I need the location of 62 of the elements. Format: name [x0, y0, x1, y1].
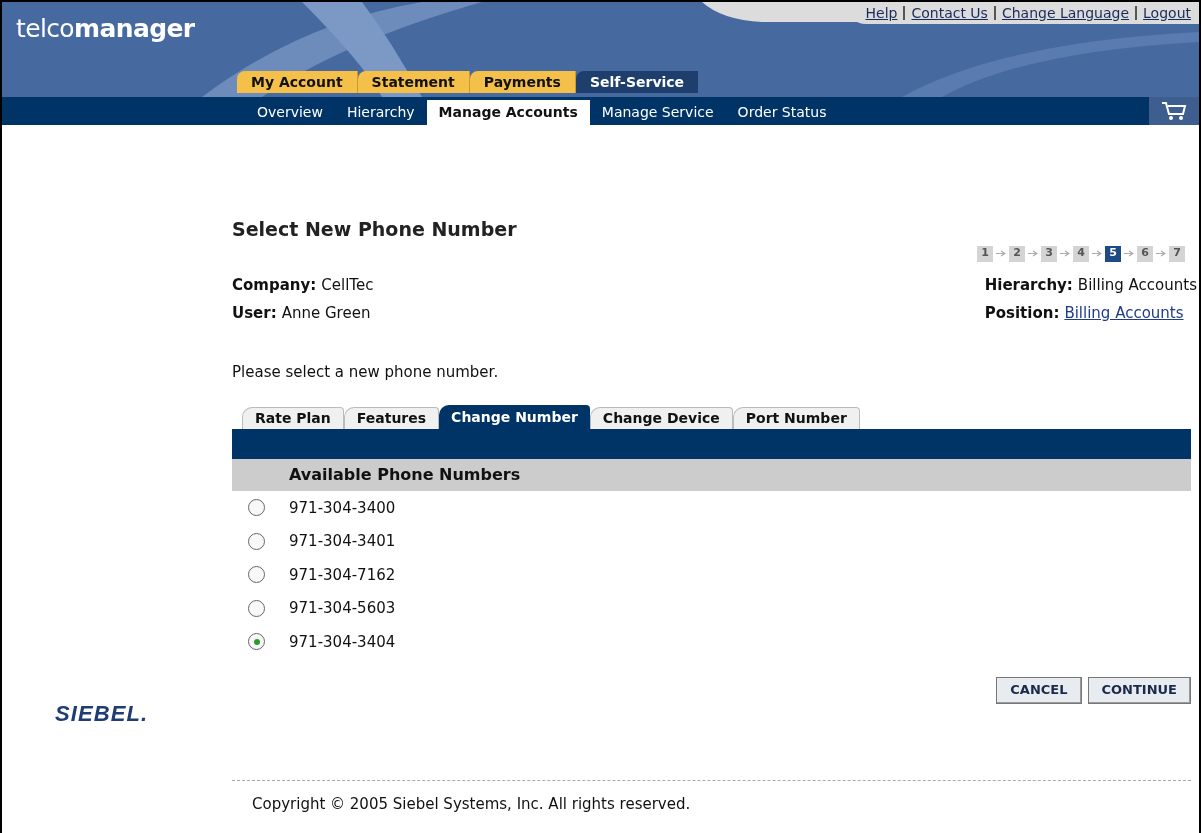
step-marker: 5: [1105, 245, 1121, 262]
arrow-icon: [1156, 250, 1166, 257]
arrow-icon: [1028, 250, 1038, 257]
radio-button[interactable]: [248, 499, 265, 517]
arrow-icon: [1124, 250, 1134, 257]
header-link[interactable]: Change Language: [1001, 2, 1130, 24]
radio-button[interactable]: [248, 633, 265, 651]
main-tab[interactable]: Payments: [469, 71, 576, 93]
column-header: Available Phone Numbers: [232, 459, 1191, 491]
app-logo: telcomanager: [16, 16, 195, 41]
phone-number: 971-304-5603: [289, 598, 396, 619]
brand-logo: SIEBEL.: [55, 700, 149, 728]
separator: [903, 6, 906, 20]
radio-button[interactable]: [248, 566, 265, 584]
nav-tab[interactable]: Overview: [245, 100, 335, 125]
phone-number: 971-304-3401: [289, 531, 396, 552]
field-label: Hierarchy:: [984, 274, 1073, 296]
form-tab[interactable]: Change Device: [589, 407, 733, 429]
action-button[interactable]: CONTINUE: [1087, 676, 1191, 704]
field-value: Billing Accounts: [1077, 274, 1197, 296]
header-link[interactable]: Contact Us: [911, 2, 988, 24]
form-tab[interactable]: Features: [343, 407, 440, 429]
step-marker: 2: [1009, 245, 1025, 262]
phone-number: 971-304-3400: [289, 497, 396, 519]
page-title: Select New Phone Number: [232, 217, 518, 242]
nav-tab[interactable]: Hierarchy: [334, 100, 427, 125]
main-tab[interactable]: Statement: [357, 71, 470, 93]
step-marker: 4: [1073, 245, 1089, 262]
nav-tab[interactable]: Manage Service: [589, 100, 726, 125]
position-link[interactable]: Billing Accounts: [1064, 302, 1184, 325]
field-value: CellTec: [321, 274, 374, 296]
phone-number: 971-304-7162: [289, 564, 396, 586]
cart-icon: [1160, 100, 1188, 122]
arrow-icon: [1092, 250, 1102, 257]
field-label: Position:: [984, 303, 1060, 324]
separator: [1135, 6, 1138, 20]
field-label: User:: [232, 303, 277, 324]
step-marker: 7: [1169, 245, 1185, 262]
arrow-icon: [996, 250, 1006, 257]
action-button[interactable]: CANCEL: [996, 676, 1082, 704]
field-value: Anne Green: [281, 303, 371, 324]
form-tab[interactable]: Port Number: [732, 407, 860, 429]
nav-tab[interactable]: Order Status: [725, 100, 839, 125]
main-tab[interactable]: My Account: [237, 71, 358, 93]
header-link[interactable]: Logout: [1143, 2, 1191, 24]
arrow-icon: [1060, 250, 1070, 257]
radio-button[interactable]: [248, 599, 265, 617]
copyright-text: Copyright © 2005 Siebel Systems, Inc. All rights reserved.: [252, 793, 692, 815]
header-link[interactable]: Help: [865, 2, 898, 24]
main-tab[interactable]: Self-Service: [575, 71, 699, 93]
cart-button[interactable]: [1149, 97, 1199, 125]
step-marker: 6: [1137, 245, 1153, 262]
radio-button[interactable]: [248, 532, 265, 550]
phone-number: 971-304-3404: [289, 631, 396, 653]
instruction-text: Please select a new phone number.: [232, 361, 500, 383]
form-tab[interactable]: Change Number: [439, 405, 590, 429]
separator: [993, 6, 996, 20]
step-marker: 1: [977, 245, 993, 262]
nav-tab[interactable]: Manage Accounts: [426, 100, 590, 125]
step-marker: 3: [1041, 245, 1057, 262]
field-label: Company:: [232, 274, 317, 296]
form-tab[interactable]: Rate Plan: [242, 407, 344, 429]
